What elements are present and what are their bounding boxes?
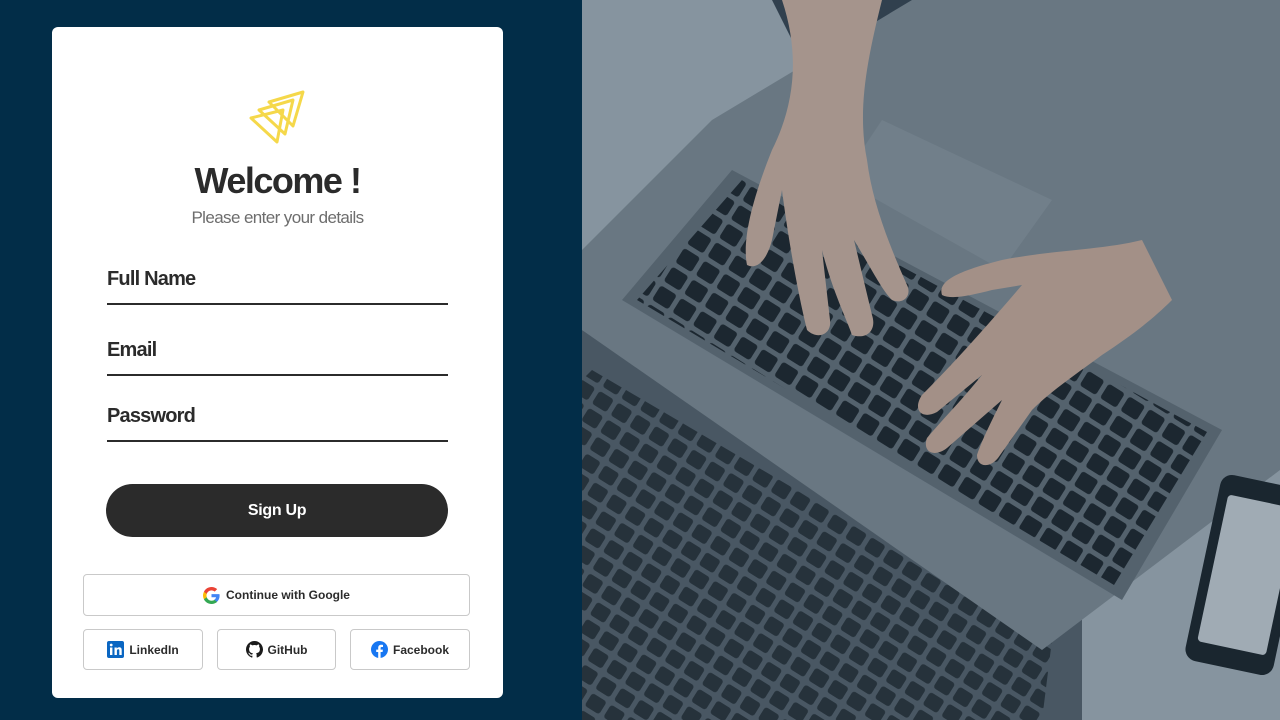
linkedin-button[interactable]: LinkedIn <box>83 629 203 670</box>
full-name-label: Full Name <box>107 268 196 290</box>
page-title: Welcome ! <box>194 160 362 201</box>
full-name-field[interactable]: Full Name <box>107 257 448 305</box>
facebook-label: Facebook <box>392 642 449 657</box>
sign-up-button[interactable]: Sign Up <box>106 484 448 537</box>
password-field[interactable]: Password <box>107 394 448 442</box>
github-icon <box>245 641 263 658</box>
google-label: Continue with Google <box>226 588 350 602</box>
linkedin-icon <box>107 641 125 658</box>
linkedin-label: LinkedIn <box>129 642 179 657</box>
github-label: GitHub <box>267 642 308 657</box>
facebook-icon <box>370 641 388 658</box>
google-icon <box>203 586 220 604</box>
facebook-button[interactable]: Facebook <box>350 629 470 670</box>
hands-typing-on-laptop-photo <box>582 0 1280 720</box>
triangle-stack-logo-icon <box>249 90 305 144</box>
password-label: Password <box>107 405 196 427</box>
email-label: Email <box>107 339 157 361</box>
email-field[interactable]: Email <box>107 328 448 376</box>
page-subtitle: Please enter your details <box>191 208 364 227</box>
google-signin-button[interactable]: Continue with Google <box>83 574 470 616</box>
github-button[interactable]: GitHub <box>217 629 336 670</box>
signup-page: Welcome ! Please enter your details Full… <box>0 0 1280 720</box>
